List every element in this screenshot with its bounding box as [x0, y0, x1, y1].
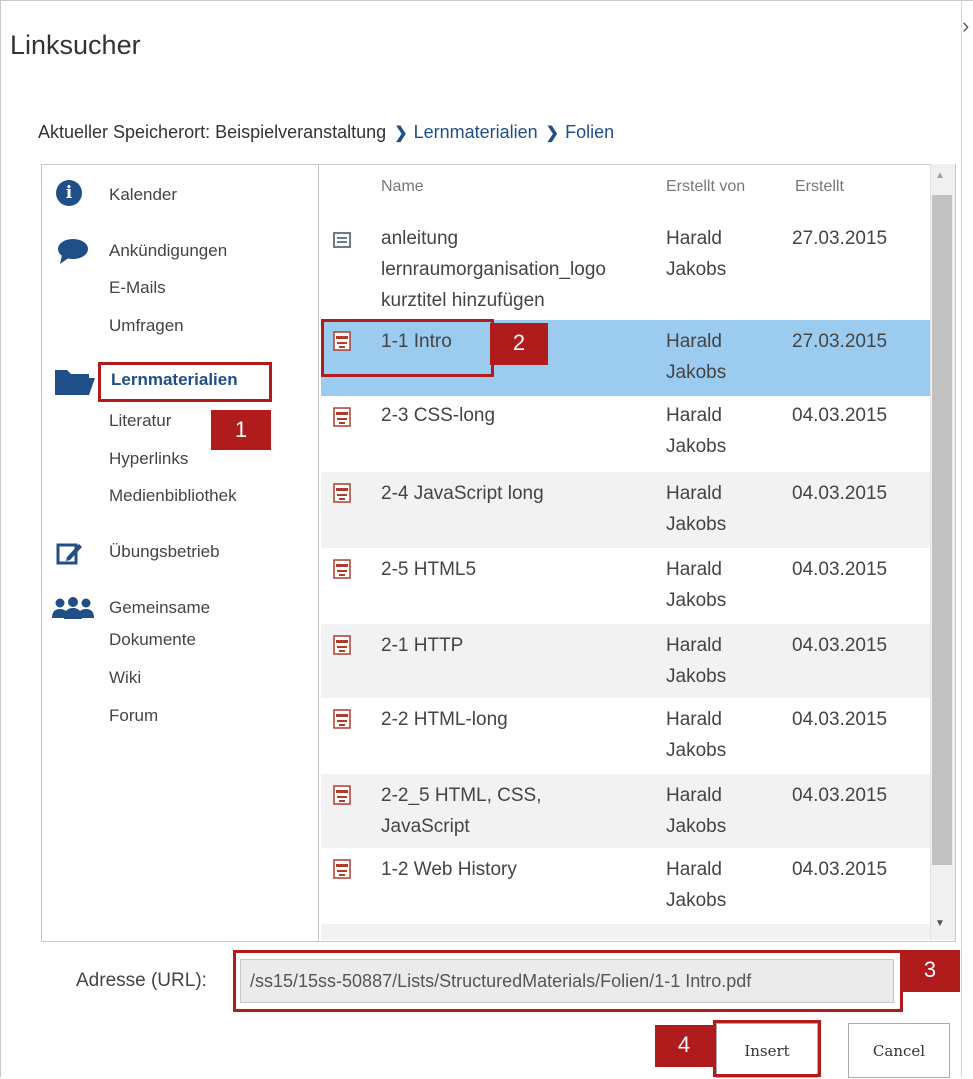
sidebar-item-forum[interactable]: Forum [109, 706, 158, 726]
callout-badge-3: 3 [900, 950, 960, 992]
sidebar-item-medienbibliothek[interactable]: Medienbibliothek [109, 486, 237, 506]
file-date: 04.03.2015 [792, 559, 888, 580]
callout-badge-2: 2 [490, 323, 548, 365]
file-author: Harald Jakobs [666, 405, 727, 457]
file-author: Harald Jakobs [666, 709, 727, 761]
file-author: Harald Jakobs [666, 331, 727, 383]
file-name: 2-5 HTML5 [381, 559, 477, 580]
info-icon: i [56, 180, 82, 206]
pdf-icon [333, 483, 351, 503]
folder-icon [55, 370, 95, 395]
group-icon [52, 597, 94, 619]
column-header-created[interactable]: Erstellt [795, 178, 844, 196]
sidebar-item-emails[interactable]: E-Mails [109, 278, 166, 298]
file-name: 2-1 HTTP [381, 635, 464, 656]
breadcrumb-link-folien[interactable]: Folien [565, 122, 614, 142]
table-row[interactable]: anleitung lernraumorganisation_logo kurz… [321, 220, 930, 320]
sidebar-item-dokumente-line[interactable]: Dokumente [109, 630, 196, 650]
callout-box-2 [321, 319, 494, 377]
file-author: Harald Jakobs [666, 483, 727, 535]
cancel-button[interactable]: Cancel [848, 1023, 950, 1078]
file-date: 04.03.2015 [792, 635, 888, 656]
sidebar-item-ankuendigungen[interactable]: Ankündigungen [109, 241, 227, 261]
dialog-title: Linksucher [10, 30, 141, 60]
table-row[interactable]: 2-2 HTML-long Harald Jakobs 04.03.2015 [321, 698, 930, 774]
file-date: 04.03.2015 [792, 709, 888, 730]
breadcrumb-separator: ❯ [545, 125, 560, 142]
table-row-partial[interactable] [321, 924, 930, 940]
column-header-name[interactable]: Name [381, 178, 424, 196]
pdf-icon [333, 635, 351, 655]
file-name: 2-2 HTML-long [381, 709, 508, 730]
pdf-icon [333, 785, 351, 805]
dialog-top-border [0, 0, 973, 1]
sidebar-item-kalender[interactable]: Kalender [109, 185, 177, 205]
close-icon[interactable]: › [962, 15, 969, 37]
breadcrumb-link-lernmaterialien[interactable]: Lernmaterialien [414, 122, 538, 142]
sidebar-item-wiki[interactable]: Wiki [109, 668, 141, 688]
sidebar-item-gemeinsame-dokumente[interactable]: Gemeinsame [109, 598, 210, 618]
file-name: 2-2_5 HTML, CSS, JavaScript [381, 785, 542, 837]
column-header-author[interactable]: Erstellt von [666, 178, 745, 196]
breadcrumb-separator: ❯ [394, 125, 408, 142]
dialog-left-border [0, 0, 1, 1077]
callout-badge-1: 1 [211, 410, 271, 450]
edit-icon [56, 543, 82, 565]
pdf-icon [333, 859, 351, 879]
file-name: anleitung lernraumorganisation_logo kurz… [381, 228, 606, 311]
sidebar-item-literatur[interactable]: Literatur [109, 411, 171, 431]
table-row[interactable]: 2-4 JavaScript long Harald Jakobs 04.03.… [321, 472, 930, 548]
table-row[interactable]: 1-2 Web History Harald Jakobs 04.03.2015 [321, 848, 930, 924]
pdf-icon [333, 559, 351, 579]
pdf-icon [333, 407, 351, 427]
table-row[interactable]: 2-5 HTML5 Harald Jakobs 04.03.2015 [321, 548, 930, 624]
table-row[interactable]: 2-1 HTTP Harald Jakobs 04.03.2015 [321, 624, 930, 698]
dialog-right-border [961, 0, 962, 1077]
file-date: 04.03.2015 [792, 785, 888, 806]
file-name: 2-4 JavaScript long [381, 483, 544, 504]
file-date: 04.03.2015 [792, 483, 888, 504]
breadcrumb-prefix: Aktueller Speicherort: Beispielveranstal… [38, 122, 387, 142]
sidebar-item-hyperlinks[interactable]: Hyperlinks [109, 449, 188, 469]
table-row[interactable]: 2-2_5 HTML, CSS, JavaScript Harald Jakob… [321, 774, 930, 848]
scroll-down-arrow-icon[interactable]: ▼ [935, 918, 945, 929]
callout-badge-4: 4 [655, 1025, 713, 1067]
file-date: 27.03.2015 [792, 331, 888, 352]
file-name: 1-2 Web History [381, 859, 517, 880]
scrollbar-thumb[interactable] [932, 195, 952, 865]
callout-box-1 [98, 362, 272, 402]
callout-box-4 [713, 1020, 821, 1077]
file-name: 2-3 CSS-long [381, 405, 496, 426]
file-date: 04.03.2015 [792, 405, 888, 426]
file-author: Harald Jakobs [666, 859, 727, 911]
table-row[interactable]: 2-3 CSS-long Harald Jakobs 04.03.2015 [321, 396, 930, 472]
file-date: 04.03.2015 [792, 859, 888, 880]
file-author: Harald Jakobs [666, 228, 727, 280]
file-author: Harald Jakobs [666, 635, 727, 687]
sidebar-item-uebungsbetrieb[interactable]: Übungsbetrieb [109, 542, 220, 562]
file-author: Harald Jakobs [666, 559, 727, 611]
chat-icon [58, 239, 88, 264]
image-file-icon [333, 232, 351, 248]
scroll-up-arrow-icon[interactable]: ▲ [935, 170, 945, 181]
file-date: 27.03.2015 [792, 228, 888, 249]
sidebar-item-umfragen[interactable]: Umfragen [109, 316, 184, 336]
callout-box-3 [233, 950, 903, 1012]
pdf-icon [333, 709, 351, 729]
file-author: Harald Jakobs [666, 785, 727, 837]
url-label: Adresse (URL): [76, 970, 207, 991]
breadcrumb: Aktueller Speicherort: Beispielveranstal… [38, 122, 614, 143]
